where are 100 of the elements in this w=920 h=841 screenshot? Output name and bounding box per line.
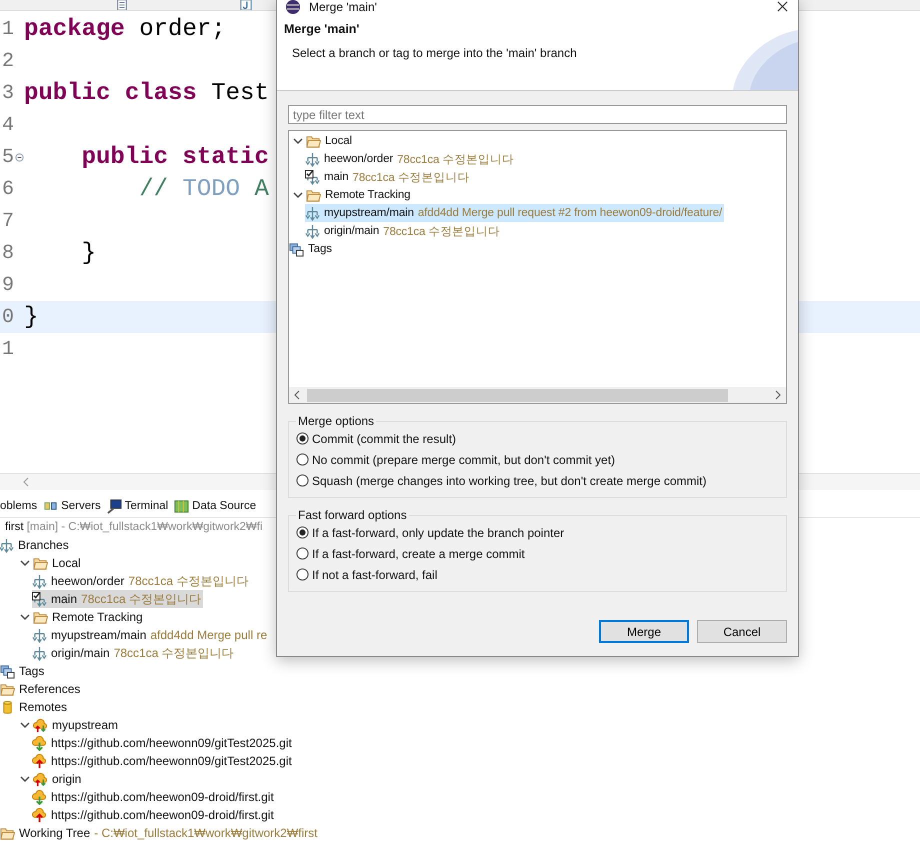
line-number: 1 (0, 18, 14, 40)
folder-icon (306, 188, 321, 202)
line-number: 8 (0, 242, 14, 264)
radio-icon[interactable] (296, 568, 309, 581)
branch-icon (0, 538, 14, 552)
chevron-down-icon[interactable] (293, 136, 303, 146)
tree-item[interactable]: Local (306, 132, 354, 150)
group-title: Merge options (297, 414, 376, 428)
group-title: Fast forward options (297, 508, 408, 522)
cloud-up-arrow-icon (32, 808, 47, 822)
tree-item[interactable]: https://github.com/heewonn09/gitTest2025.git (32, 734, 294, 752)
code-line: // TODO A (138, 176, 269, 202)
tree-item[interactable]: myupstream (33, 716, 120, 734)
tree-item[interactable]: main 78cc1ca 수정본입니다 (32, 590, 204, 608)
tree-item[interactable]: main 78cc1ca 수정본입니다 (305, 168, 472, 186)
line-number: 9 (0, 274, 14, 296)
tree-item[interactable]: origin/main 78cc1ca 수정본입니다 (32, 644, 236, 662)
tree-item[interactable]: https://github.com/heewonn09/gitTest2025.git (32, 752, 294, 770)
tree-item[interactable]: Tags (289, 240, 334, 258)
tree-item[interactable]: myupstream/main afdd4dd Merge pull request #2 from heewon09-droid/feature/ (305, 204, 724, 222)
branch-icon (32, 628, 47, 642)
tree-item[interactable]: https://github.com/heewon09-droid/first.git (32, 788, 276, 806)
folder-icon (0, 826, 15, 840)
folder-icon (33, 556, 48, 570)
tree-item[interactable]: Tags (0, 662, 46, 680)
code-line: public class Test (24, 80, 269, 106)
tree-item[interactable]: References (0, 680, 82, 698)
checked-branch-icon (305, 170, 320, 184)
view-tab[interactable]: Terminal (106, 498, 168, 514)
line-number: 6 (0, 178, 14, 200)
terminal-icon (106, 498, 122, 514)
collapse-icon[interactable] (14, 152, 24, 162)
line-number: 5 (0, 146, 14, 168)
code-line: } (24, 304, 38, 330)
radio-option[interactable]: Commit (commit the result) (296, 428, 780, 449)
tree-item[interactable]: Remote Tracking (33, 608, 145, 626)
radio-option[interactable]: If not a fast-forward, fail (296, 564, 780, 585)
dialog-description: Select a branch or tag to merge into the 'main' branch (291, 46, 578, 60)
tree-item[interactable]: Working Tree - C:₩iot_fullstack1₩work₩gitwork2₩first (0, 824, 320, 841)
tree-item[interactable]: myupstream/main afdd4dd Merge pull re (32, 626, 270, 644)
line-number: 3 (0, 82, 14, 104)
radio-selected-icon[interactable] (296, 526, 309, 539)
tree-item[interactable]: https://github.com/heewon09-droid/first.git (32, 806, 276, 824)
chevron-down-icon[interactable] (20, 774, 30, 784)
line-number: 1 (0, 338, 14, 360)
branch-icon (305, 152, 320, 166)
chevron-down-icon[interactable] (293, 190, 303, 200)
map-icon (174, 498, 190, 514)
tree-item[interactable]: origin (33, 770, 84, 788)
dialog-button[interactable]: Cancel (697, 620, 787, 643)
cloud-arrows-icon (33, 718, 48, 732)
cloud-down-arrow-icon (32, 736, 47, 750)
tree-item[interactable]: Local (33, 554, 83, 572)
line-number: 0 (0, 306, 14, 328)
chevron-down-icon[interactable] (20, 720, 30, 730)
radio-icon[interactable] (296, 474, 309, 487)
code-line: package order; (24, 16, 226, 42)
filter-field[interactable]: type filter text (288, 105, 787, 124)
tree-item[interactable]: origin/main 78cc1ca 수정본입니다 (305, 222, 502, 240)
branch-icon (32, 574, 47, 588)
cloud-arrows-icon (33, 772, 48, 786)
branch-icon (305, 206, 320, 220)
branch-icon (305, 224, 320, 238)
view-tab[interactable]: oblems (0, 500, 38, 512)
horizontal-scrollbar[interactable] (289, 387, 786, 403)
radio-option[interactable]: If a fast-forward, only update the branch pointer (296, 522, 780, 543)
line-number: 2 (0, 50, 14, 72)
view-tab[interactable]: Data Source (174, 498, 256, 514)
close-icon[interactable] (777, 1, 788, 12)
cloud-up-arrow-icon (32, 754, 47, 768)
checked-branch-icon (32, 592, 47, 606)
line-number: 7 (0, 210, 14, 232)
branch-icon (32, 646, 47, 660)
window-title: Merge 'main' (309, 0, 378, 14)
radio-option[interactable]: Squash (merge changes into working tree, but don't create merge commit) (296, 470, 780, 491)
radio-selected-icon[interactable] (296, 432, 309, 445)
radio-icon[interactable] (296, 453, 309, 466)
radio-icon[interactable] (296, 547, 309, 560)
radio-option[interactable]: If a fast-forward, create a merge commit (296, 543, 780, 564)
tree-item[interactable]: heewon/order 78cc1ca 수정본입니다 (305, 150, 516, 168)
radio-option[interactable]: No commit (prepare merge commit, but don't commit yet) (296, 449, 780, 470)
code-line: public static (80, 144, 269, 170)
dialog-heading: Merge 'main' (284, 22, 360, 36)
view-tab[interactable]: Servers (43, 498, 101, 514)
tree-item[interactable]: Branches (0, 536, 71, 554)
line-number: 4 (0, 114, 14, 136)
scroll-left-icon[interactable] (293, 390, 301, 400)
folder-icon (0, 682, 15, 696)
folder-icon (33, 610, 48, 624)
tree-item[interactable]: Remotes (0, 698, 70, 716)
tree-item[interactable]: heewon/order 78cc1ca 수정본입니다 (32, 572, 250, 590)
dialog-button[interactable]: Merge (599, 620, 689, 643)
chevron-down-icon[interactable] (20, 558, 30, 568)
chevron-down-icon[interactable] (20, 612, 30, 622)
tree-item[interactable]: Remote Tracking (306, 186, 412, 204)
folder-icon (306, 134, 321, 148)
cloud-down-arrow-icon (32, 790, 47, 804)
code-line: } (80, 240, 96, 266)
scroll-right-icon[interactable] (774, 390, 782, 400)
repository-item[interactable]: first [main] - C:₩iot_fullstack1₩work₩gitwork2₩fi (5, 521, 263, 533)
